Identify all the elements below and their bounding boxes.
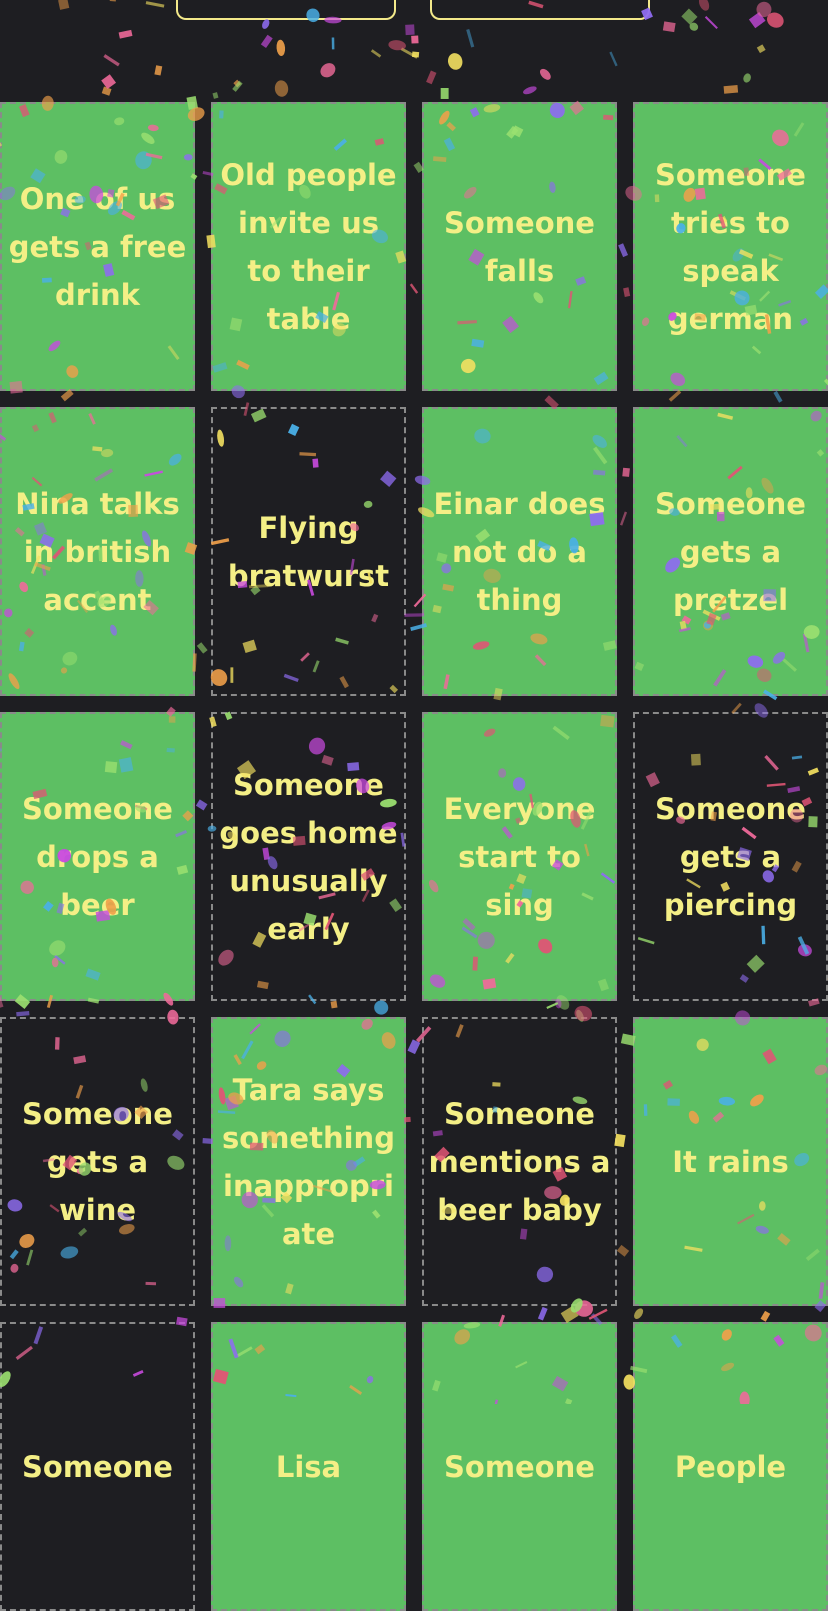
bingo-cell[interactable]: Old people invite us to their table (211, 102, 406, 391)
bingo-cell-label: Einar does not do a thing (428, 480, 611, 624)
confetti-piece (764, 10, 786, 31)
confetti-piece (412, 52, 419, 58)
bingo-cell-label: Everyone start to sing (428, 785, 611, 929)
bingo-cell-label: Lisa (217, 1443, 400, 1491)
confetti-piece (757, 44, 766, 53)
confetti-piece (276, 39, 286, 56)
bingo-cell-label: Someone (6, 1443, 189, 1491)
confetti-piece (755, 0, 773, 19)
confetti-piece (371, 49, 381, 57)
confetti-piece (110, 0, 117, 2)
confetti-piece (102, 86, 112, 95)
bingo-cell-label: Someone gets a piercing (639, 785, 822, 929)
bingo-cell[interactable]: Someone (422, 1322, 617, 1611)
bingo-cell-label: Flying bratwurst (217, 504, 400, 600)
confetti-piece (441, 88, 449, 99)
bingo-cell[interactable]: Everyone start to sing (422, 712, 617, 1001)
bingo-cell-label: One of us gets a free drink (6, 175, 189, 319)
bingo-cell[interactable]: Lisa (211, 1322, 406, 1611)
bingo-cell[interactable]: Flying bratwurst (211, 407, 406, 696)
confetti-piece (233, 80, 241, 88)
bingo-cell-label: Someone (428, 1443, 611, 1491)
bingo-cell[interactable]: Someone drops a beer (0, 712, 195, 1001)
bingo-cell[interactable]: Someone gets a wine (0, 1017, 195, 1306)
bingo-cell-label: It rains (639, 1138, 822, 1186)
bingo-cell-label: Someone mentions a beer baby (428, 1090, 611, 1234)
bingo-cell[interactable]: Tara says something inappropriate (211, 1017, 406, 1306)
confetti-piece (749, 12, 766, 28)
confetti-piece (688, 21, 699, 32)
bingo-cell-label: Someone gets a wine (6, 1090, 189, 1234)
bingo-cell[interactable]: Someone goes home unusually early (211, 712, 406, 1001)
confetti-piece (466, 29, 474, 47)
bingo-cell[interactable]: Einar does not do a thing (422, 407, 617, 696)
confetti-piece (146, 1, 165, 7)
confetti-piece (609, 52, 617, 67)
confetti-piece (663, 21, 676, 32)
confetti-piece (212, 92, 218, 99)
confetti-piece (705, 16, 718, 29)
bingo-cell-label: Old people invite us to their table (217, 151, 400, 343)
confetti-piece (742, 72, 752, 83)
bingo-cell-label: People (639, 1443, 822, 1491)
bingo-cell-label: Someone drops a beer (6, 785, 189, 929)
confetti-piece (405, 24, 415, 35)
confetti-piece (103, 54, 119, 66)
bingo-grid: One of us gets a free drinkOld people in… (0, 102, 828, 1611)
bingo-cell-label: Someone tries to speak german (639, 151, 822, 343)
confetti-piece (538, 67, 553, 82)
confetti-piece (318, 60, 339, 80)
bingo-cell-label: Someone gets a pretzel (639, 480, 822, 624)
confetti-piece (426, 71, 436, 85)
bingo-cell[interactable]: Someone falls (422, 102, 617, 391)
bingo-cell[interactable]: Nina talks in british accent (0, 407, 195, 696)
bingo-cell[interactable]: People (633, 1322, 828, 1611)
bingo-cell[interactable]: Someone gets a piercing (633, 712, 828, 1001)
confetti-piece (274, 80, 289, 98)
confetti-piece (446, 52, 464, 72)
bingo-cell[interactable]: Someone mentions a beer baby (422, 1017, 617, 1306)
confetti-piece (154, 65, 162, 75)
bingo-cell-label: Tara says something inappropriate (217, 1066, 400, 1258)
confetti-piece (58, 0, 69, 10)
confetti-piece (101, 74, 116, 89)
bingo-cell-label: Nina talks in british accent (6, 480, 189, 624)
confetti-piece (232, 81, 242, 92)
confetti-piece (119, 30, 133, 39)
confetti-piece (724, 85, 739, 94)
confetti-piece (261, 35, 273, 48)
confetti-piece (401, 48, 418, 59)
bingo-cell[interactable]: Someone (0, 1322, 195, 1611)
confetti-piece (388, 39, 407, 51)
confetti-piece (681, 9, 697, 25)
bingo-cell-label: Someone falls (428, 199, 611, 295)
confetti-piece (332, 38, 335, 50)
bingo-cell[interactable]: One of us gets a free drink (0, 102, 195, 391)
top-button-right[interactable] (430, 0, 650, 20)
bingo-cell-label: Someone goes home unusually early (217, 761, 400, 953)
bingo-cell[interactable]: Someone tries to speak german (633, 102, 828, 391)
bingo-cell[interactable]: It rains (633, 1017, 828, 1306)
top-button-left[interactable] (176, 0, 396, 20)
confetti-piece (411, 36, 418, 44)
bingo-cell[interactable]: Someone gets a pretzel (633, 407, 828, 696)
confetti-piece (522, 85, 538, 96)
confetti-piece (697, 0, 711, 12)
